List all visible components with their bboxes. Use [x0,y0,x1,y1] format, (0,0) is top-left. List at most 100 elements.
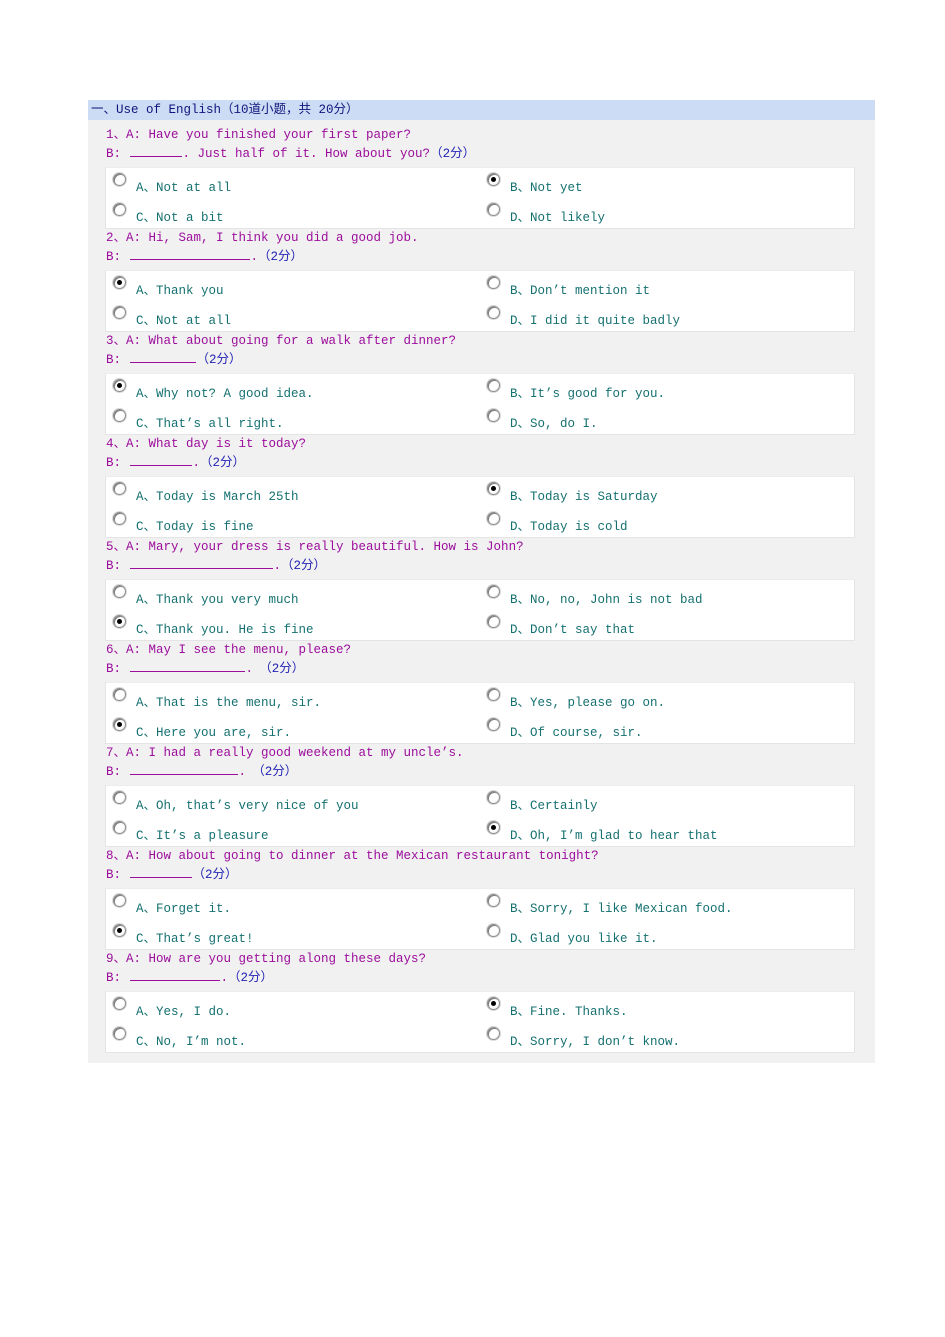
radio-selected-icon[interactable] [487,173,500,186]
radio-selected-icon[interactable] [113,924,126,937]
option-choice[interactable]: D、Today is cold [480,507,854,537]
radio-unselected-icon[interactable] [487,791,500,804]
radio-selected-icon[interactable] [487,997,500,1010]
option-choice[interactable]: B、Sorry, I like Mexican food. [480,889,854,919]
question-item: 8、A: How about going to dinner at the Me… [88,847,875,950]
answer-prefix: B: [106,456,129,470]
radio-selected-icon[interactable] [113,615,126,628]
options-panel: A、That is the menu, sir. B、Yes, please go… [105,682,855,744]
option-label: C、Not a bit [136,211,224,225]
radio-unselected-icon[interactable] [113,997,126,1010]
radio-unselected-icon[interactable] [487,203,500,216]
radio-unselected-icon[interactable] [113,482,126,495]
radio-unselected-icon[interactable] [113,1027,126,1040]
option-choice[interactable]: D、Of course, sir. [480,713,854,743]
option-choice[interactable]: D、So, do I. [480,404,854,434]
option-choice[interactable]: B、It’s good for you. [480,374,854,404]
question-marks: （2分） [430,147,476,161]
radio-unselected-icon[interactable] [487,688,500,701]
radio-unselected-icon[interactable] [113,585,126,598]
radio-unselected-icon[interactable] [487,306,500,319]
radio-unselected-icon[interactable] [487,894,500,907]
options-panel: A、Forget it. B、Sorry, I like Mexican food… [105,888,855,950]
option-label: B、Yes, please go on. [510,696,666,710]
option-choice[interactable]: C、Not a bit [106,198,480,228]
option-choice[interactable]: A、Not at all [106,168,480,198]
option-choice[interactable]: A、Thank you very much [106,580,480,610]
option-choice[interactable]: C、No, I’m not. [106,1022,480,1052]
radio-unselected-icon[interactable] [487,409,500,422]
radio-unselected-icon[interactable] [487,615,500,628]
option-label: C、No, I’m not. [136,1035,247,1049]
radio-unselected-icon[interactable] [113,203,126,216]
option-label: D、Sorry, I don’t know. [510,1035,681,1049]
option-row: A、Why not? A good idea. B、It’s good for y… [106,374,854,404]
option-label: A、That is the menu, sir. [136,696,322,710]
option-choice[interactable]: D、Oh, I’m glad to hear that [480,816,854,846]
option-choice[interactable]: A、That is the menu, sir. [106,683,480,713]
option-choice[interactable]: A、Today is March 25th [106,477,480,507]
radio-unselected-icon[interactable] [487,1027,500,1040]
question-item: 7、A: I had a really good weekend at my u… [88,744,875,847]
option-row: C、That’s all right. D、So, do I. [106,404,854,434]
radio-selected-icon[interactable] [113,379,126,392]
option-row: A、Oh, that’s very nice of you B、Certainly [106,786,854,816]
radio-selected-icon[interactable] [487,821,500,834]
radio-unselected-icon[interactable] [487,276,500,289]
option-choice[interactable]: A、Why not? A good idea. [106,374,480,404]
radio-unselected-icon[interactable] [113,306,126,319]
option-choice[interactable]: C、Thank you. He is fine [106,610,480,640]
radio-unselected-icon[interactable] [113,173,126,186]
radio-unselected-icon[interactable] [113,894,126,907]
answer-blank [129,969,220,981]
answer-line: B: .（2分） [88,557,875,576]
option-label: B、No, no, John is not bad [510,593,703,607]
option-row: C、It’s a pleasure D、Oh, I’m glad to hear … [106,816,854,846]
option-choice[interactable]: C、Not at all [106,301,480,331]
radio-selected-icon[interactable] [487,482,500,495]
radio-unselected-icon[interactable] [113,821,126,834]
option-choice[interactable]: D、Glad you like it. [480,919,854,949]
option-choice[interactable]: B、No, no, John is not bad [480,580,854,610]
radio-unselected-icon[interactable] [113,512,126,525]
option-choice[interactable]: C、That’s all right. [106,404,480,434]
radio-unselected-icon[interactable] [487,379,500,392]
option-choice[interactable]: B、Yes, please go on. [480,683,854,713]
option-choice[interactable]: B、Not yet [480,168,854,198]
option-choice[interactable]: C、Today is fine [106,507,480,537]
option-choice[interactable]: B、Certainly [480,786,854,816]
radio-unselected-icon[interactable] [487,585,500,598]
option-choice[interactable]: C、Here you are, sir. [106,713,480,743]
option-choice[interactable]: A、Thank you [106,271,480,301]
option-choice[interactable]: D、Don’t say that [480,610,854,640]
question-prompt: 5、A: Mary, your dress is really beautifu… [106,540,524,554]
question-marks: （2分） [281,559,327,573]
question-marks: （2分） [246,765,298,779]
option-choice[interactable]: D、I did it quite badly [480,301,854,331]
option-choice[interactable]: D、Sorry, I don’t know. [480,1022,854,1052]
answer-line: B: . Just half of it. How about you?（2分） [88,145,875,164]
radio-unselected-icon[interactable] [487,924,500,937]
option-choice[interactable]: D、Not likely [480,198,854,228]
option-choice[interactable]: A、Yes, I do. [106,992,480,1022]
question-item: 6、A: May I see the menu, please? B: . （2分… [88,641,875,744]
option-label: A、Thank you very much [136,593,299,607]
option-row: C、That’s great! D、Glad you like it. [106,919,854,949]
radio-unselected-icon[interactable] [113,688,126,701]
radio-unselected-icon[interactable] [113,409,126,422]
radio-unselected-icon[interactable] [113,791,126,804]
question-marks: （2分） [192,868,238,882]
option-label: C、Today is fine [136,520,254,534]
radio-selected-icon[interactable] [113,276,126,289]
option-choice[interactable]: C、That’s great! [106,919,480,949]
option-choice[interactable]: B、Today is Saturday [480,477,854,507]
option-choice[interactable]: B、Fine. Thanks. [480,992,854,1022]
option-choice[interactable]: C、It’s a pleasure [106,816,480,846]
radio-unselected-icon[interactable] [487,512,500,525]
question-item: 3、A: What about going for a walk after d… [88,332,875,435]
option-choice[interactable]: A、Oh, that’s very nice of you [106,786,480,816]
radio-selected-icon[interactable] [113,718,126,731]
radio-unselected-icon[interactable] [487,718,500,731]
option-choice[interactable]: A、Forget it. [106,889,480,919]
option-choice[interactable]: B、Don’t mention it [480,271,854,301]
